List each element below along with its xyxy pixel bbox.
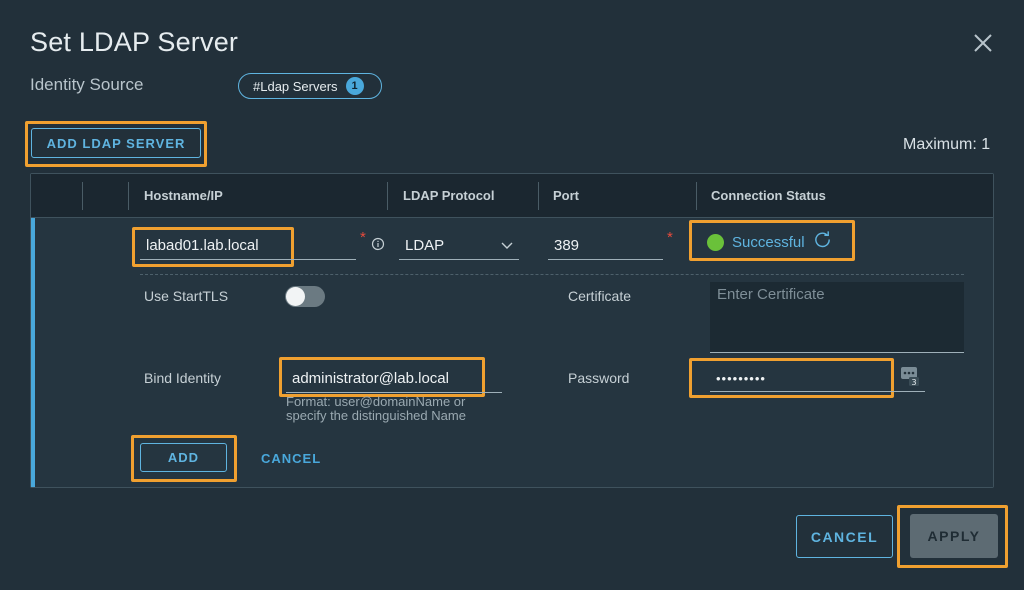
bind-identity-hint-line: Format: user@domainName or [286, 394, 466, 409]
column-separator [82, 182, 83, 210]
port-required-mark: * [667, 229, 673, 246]
hostname-input[interactable]: labad01.lab.local [140, 230, 356, 260]
certificate-label: Certificate [568, 288, 632, 304]
column-separator [128, 182, 129, 210]
column-header-connection-status[interactable]: Connection Status [711, 188, 826, 203]
identity-source-pill[interactable]: #Ldap Servers 1 [238, 73, 382, 99]
identity-source-count-badge: 1 [345, 77, 364, 95]
bind-identity-hint: Format: user@domainName or specify the d… [286, 395, 466, 423]
row-cancel-button[interactable]: CANCEL [261, 451, 321, 466]
port-input[interactable]: 389 [548, 230, 663, 260]
maximum-text: Maximum: 1 [903, 136, 991, 153]
dialog-title: Set LDAP Server [30, 27, 239, 57]
bind-identity-label: Bind Identity [144, 370, 222, 386]
column-header-hostname[interactable]: Hostname/IP [144, 188, 223, 203]
column-separator [538, 182, 539, 210]
apply-button[interactable]: APPLY [910, 514, 998, 558]
ldap-protocol-value: LDAP [405, 237, 445, 254]
close-icon[interactable] [970, 30, 996, 56]
add-button[interactable]: ADD [140, 443, 227, 472]
hostname-required-mark: * [360, 229, 366, 246]
password-manager-badge: 3 [911, 378, 916, 387]
row-selected-indicator [31, 218, 35, 487]
bind-identity-input[interactable]: administrator@lab.local [286, 362, 502, 393]
column-header-protocol[interactable]: LDAP Protocol [403, 188, 495, 203]
add-ldap-server-button[interactable]: ADD LDAP SERVER [31, 128, 201, 158]
column-separator [696, 182, 697, 210]
toggle-knob [286, 287, 305, 306]
status-success-dot [707, 233, 724, 251]
ldap-protocol-select[interactable]: LDAP [399, 230, 519, 260]
certificate-textarea[interactable]: Enter Certificate [710, 282, 964, 353]
bind-identity-hint-line: specify the distinguished Name [286, 408, 466, 423]
connection-status-text: Successful [732, 233, 805, 251]
password-label: Password [568, 370, 630, 386]
password-manager-icon[interactable]: 3 [900, 365, 920, 387]
use-starttls-toggle[interactable] [285, 286, 325, 307]
identity-source-pill-label: #Ldap Servers [253, 78, 338, 94]
cancel-button[interactable]: CANCEL [796, 515, 893, 558]
chevron-down-icon [501, 237, 513, 254]
refresh-icon[interactable] [813, 230, 832, 254]
row-divider [140, 274, 964, 275]
info-icon[interactable] [371, 237, 385, 251]
column-separator [387, 182, 388, 210]
column-header-port[interactable]: Port [553, 188, 579, 203]
password-input[interactable]: ••••••••• [710, 362, 925, 392]
connection-status: Successful [707, 230, 832, 254]
identity-source-label: Identity Source [30, 75, 144, 94]
use-starttls-label: Use StartTLS [144, 288, 229, 304]
